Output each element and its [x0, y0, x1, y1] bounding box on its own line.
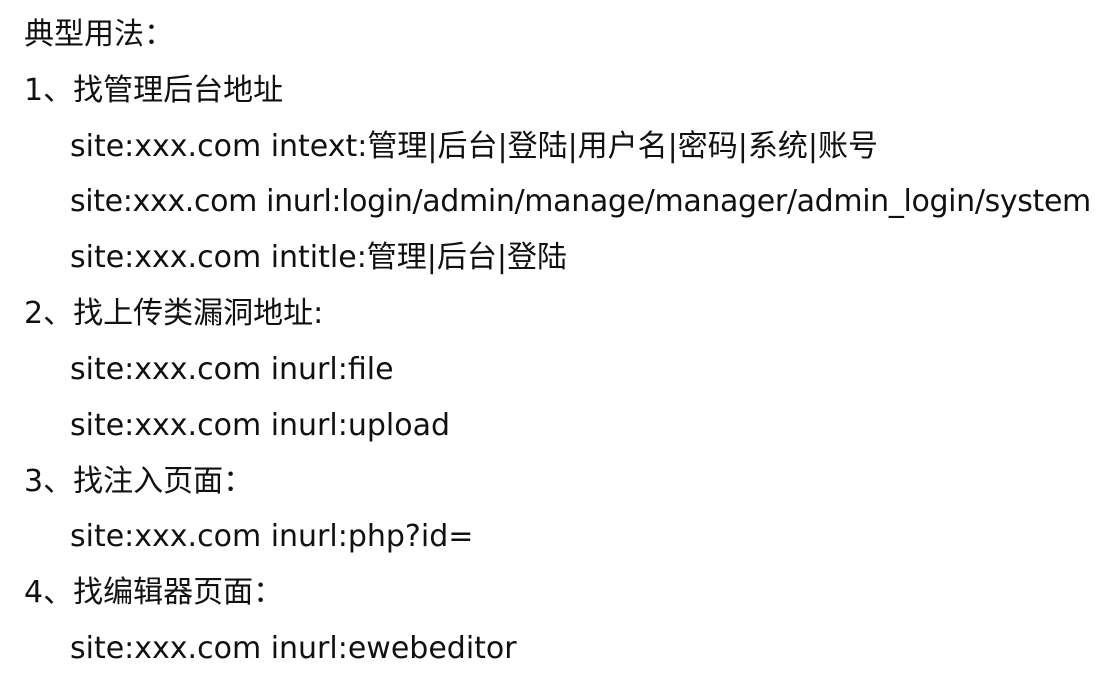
document-title: 典型用法： [24, 17, 174, 52]
query-line: site:xxx.com inurl:php?id= [70, 519, 474, 554]
section-heading-editor-page: 4、找编辑器页面： [24, 575, 284, 610]
document: 典型用法： 1、找管理后台地址 site:xxx.com intext:管理|后… [0, 0, 1111, 690]
query-line: site:xxx.com intext:管理|后台|登陆|用户名|密码|系统|账… [70, 129, 879, 164]
section-heading-upload-vuln: 2、找上传类漏洞地址: [24, 296, 324, 331]
query-line: site:xxx.com inurl:login/admin/manage/ma… [70, 184, 1091, 219]
section-heading-admin-backend: 1、找管理后台地址 [24, 73, 284, 108]
query-line: site:xxx.com inurl:ewebeditor [70, 631, 517, 666]
query-line: site:xxx.com inurl:file [70, 352, 394, 387]
section-heading-injection-page: 3、找注入页面： [24, 464, 254, 499]
query-line: site:xxx.com inurl:upload [70, 408, 451, 443]
query-line: site:xxx.com intitle:管理|后台|登陆 [70, 240, 568, 275]
